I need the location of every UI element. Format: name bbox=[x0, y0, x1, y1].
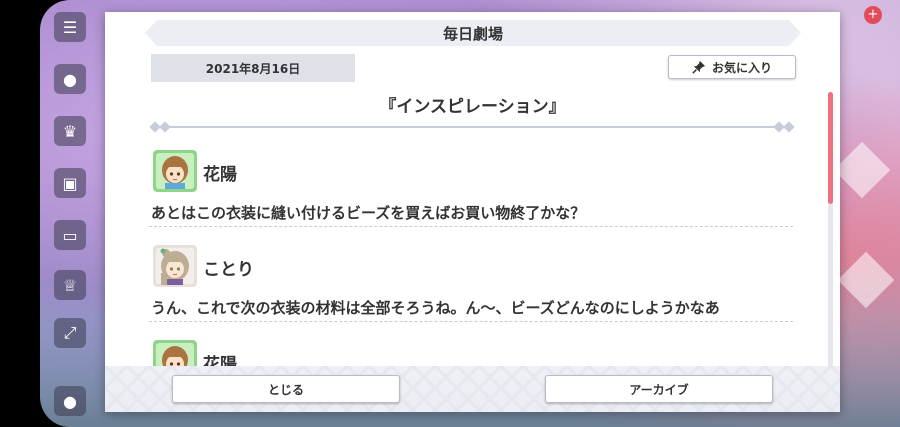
screen-icon[interactable]: ▭ bbox=[54, 220, 86, 250]
dialog-title: 毎日劇場 bbox=[145, 20, 801, 46]
row-divider bbox=[149, 321, 793, 322]
scrollbar[interactable] bbox=[828, 92, 833, 368]
date-label: 2021年8月16日 bbox=[151, 54, 355, 82]
chat-icon[interactable]: ● bbox=[54, 64, 86, 94]
profile-icon[interactable]: ● bbox=[54, 386, 86, 416]
deco-tile bbox=[833, 141, 891, 199]
dialogue-line: うん、これで次の衣装の材料は全部そろうね。ん〜、ビーズどんなのにしようかなあ bbox=[151, 299, 720, 317]
episode-title: 『インスピレーション』 bbox=[379, 97, 566, 117]
kotori-avatar bbox=[153, 245, 197, 287]
diamond-ornament bbox=[783, 121, 795, 133]
trophy-icon[interactable]: ♕ bbox=[54, 270, 86, 300]
favorite-label: お気に入り bbox=[711, 60, 772, 75]
dialogue-line: あとはこの衣装に縫い付けるビーズを買えばお買い物終了かな？ bbox=[151, 204, 586, 222]
row-divider bbox=[149, 226, 793, 227]
list-item: 花陽 あとはこの衣装に縫い付けるビーズを買えばお買い物終了かな？ bbox=[149, 150, 793, 242]
speaker-name: 花陽 bbox=[203, 165, 237, 185]
list-item: 花陽 bbox=[149, 340, 793, 366]
pin-icon bbox=[692, 60, 706, 74]
favorite-button[interactable]: お気に入り bbox=[668, 55, 796, 79]
hanayo-avatar bbox=[153, 340, 197, 366]
close-button[interactable]: とじる bbox=[172, 375, 400, 403]
speaker-name: 花陽 bbox=[203, 355, 237, 366]
fullscreen-icon[interactable]: ⤢ bbox=[54, 318, 86, 348]
speaker-name: ことり bbox=[203, 260, 254, 280]
title-divider bbox=[149, 121, 795, 133]
dialog-footer: とじる アーカイブ bbox=[105, 366, 840, 412]
scroll-thumb[interactable] bbox=[828, 92, 833, 204]
left-menu-rail: ☰ ● ♛ ▣ ▭ ♕ ⤢ ● bbox=[48, 8, 94, 418]
list-item: ことり うん、これで次の衣装の材料は全部そろうね。ん〜、ビーズどんなのにしようか… bbox=[149, 245, 793, 337]
gift-icon[interactable]: ▣ bbox=[54, 168, 86, 198]
daily-theater-dialog: 毎日劇場 2021年8月16日 お気に入り 『インスピレーション』 花陽 あとは… bbox=[105, 12, 840, 412]
deco-tile bbox=[837, 251, 895, 309]
dialogue-list[interactable]: 花陽 あとはこの衣装に縫い付けるビーズを買えばお買い物終了かな？ ことり うん、… bbox=[105, 140, 840, 366]
plus-icon[interactable]: + bbox=[864, 6, 882, 24]
archive-button[interactable]: アーカイブ bbox=[545, 375, 773, 403]
hanayo-avatar bbox=[153, 150, 197, 192]
menu-icon[interactable]: ☰ bbox=[54, 12, 86, 42]
event-icon[interactable]: ♛ bbox=[54, 116, 86, 146]
